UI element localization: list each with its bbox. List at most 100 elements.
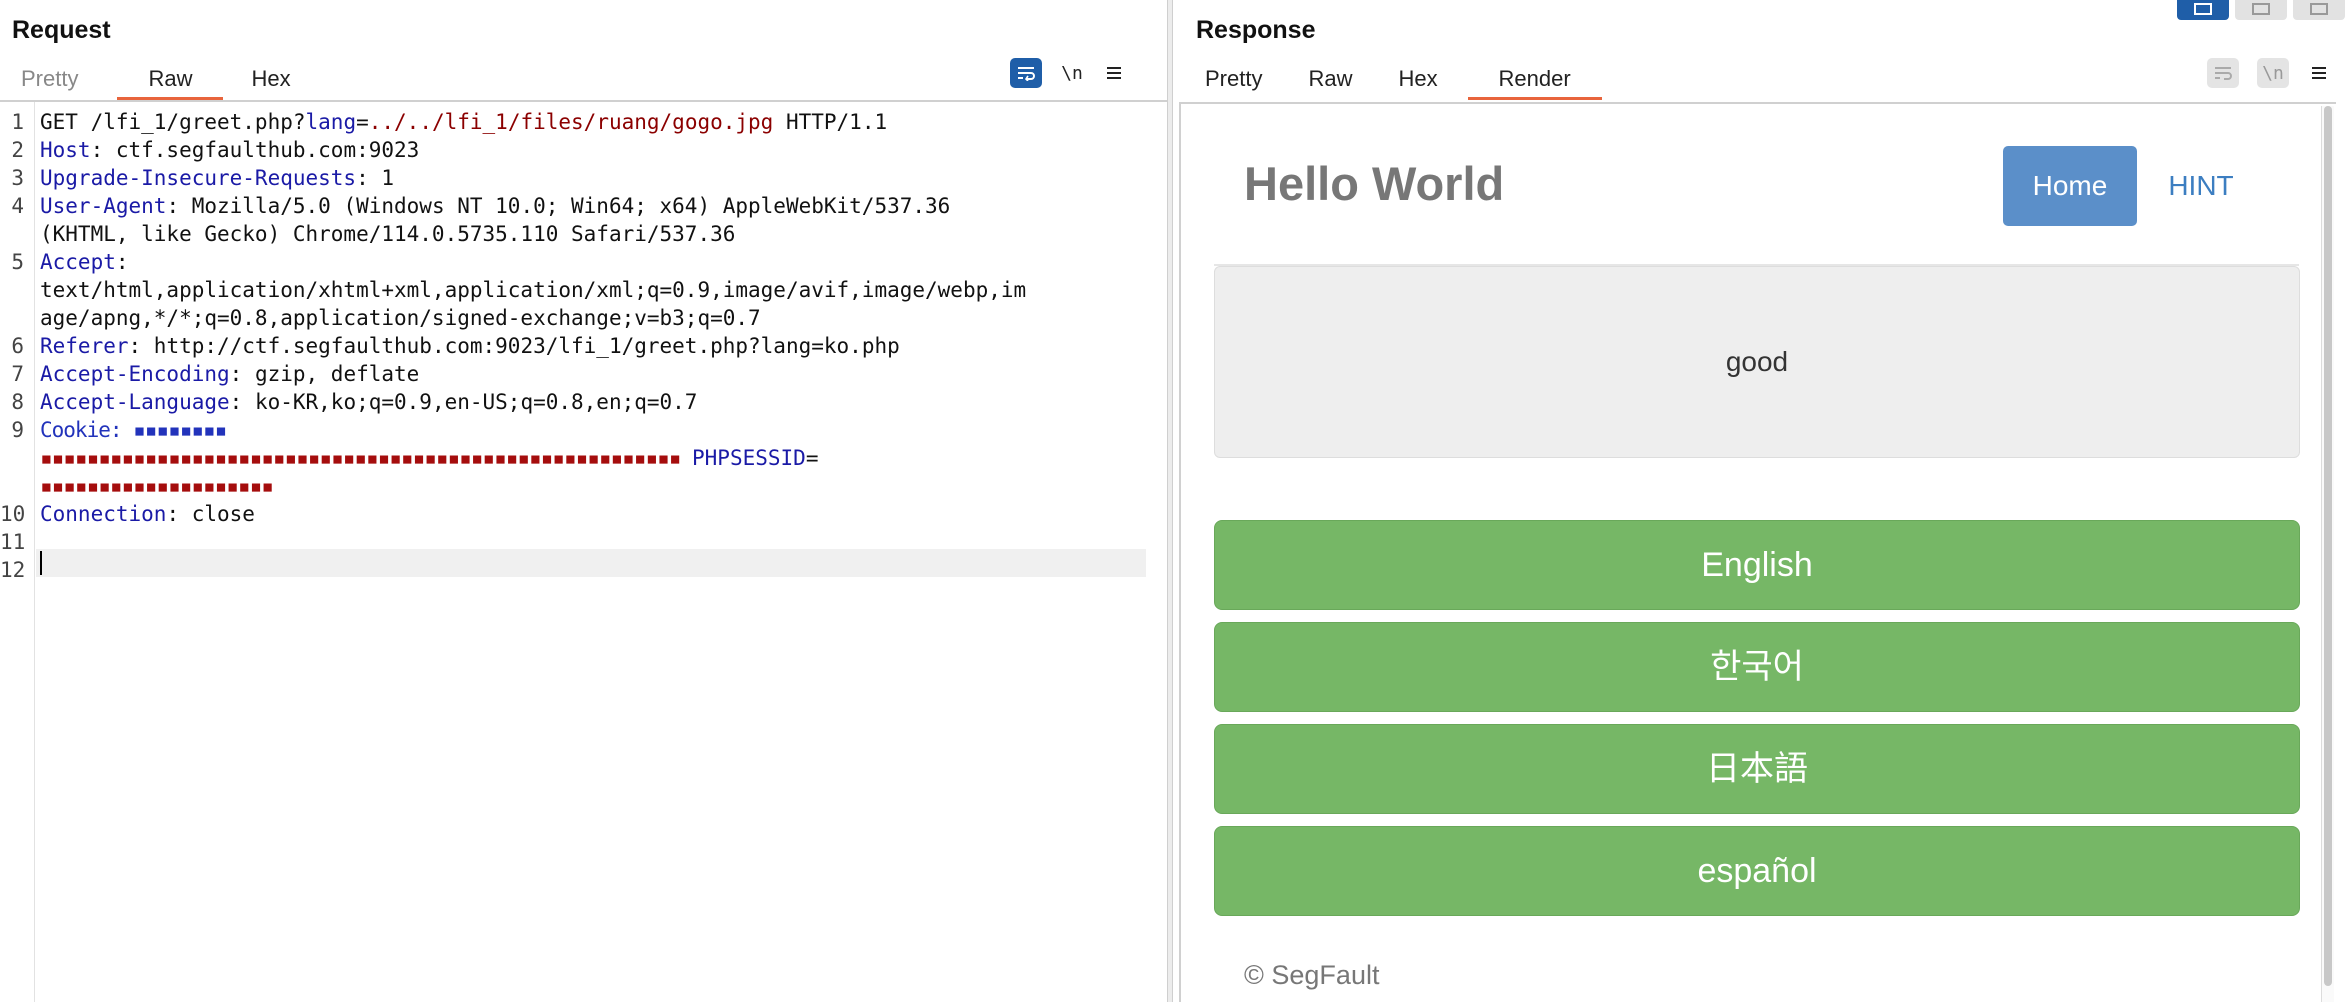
header-value: : <box>115 250 129 274</box>
wrap-lines-icon[interactable] <box>1010 58 1042 88</box>
request-editor[interactable]: 1 GET /lfi_1/greet.php?lang=../../lfi_1/f… <box>0 102 1167 1002</box>
code-line[interactable]: 6 Referer: http://ctf.segfaulthub.com:902… <box>0 332 1150 360</box>
tab-pretty[interactable]: Pretty <box>1173 60 1298 100</box>
line-text: Accept-Language: ko-KR,ko;q=0.9,en-US;q=… <box>40 388 697 416</box>
line-number: 12 <box>0 558 26 582</box>
language-button-japanese[interactable]: 日本語 <box>1214 724 2300 814</box>
line-text: age/apng,*/*;q=0.8,application/signed-ex… <box>40 304 761 332</box>
response-pane: Response Pretty Raw Hex Render \n Hello … <box>1173 0 2352 1002</box>
request-title: Request <box>12 16 111 44</box>
header-value: : 1 <box>356 166 395 190</box>
response-tabs: Pretty Raw Hex Render <box>1173 60 1602 100</box>
tab-hex[interactable]: Hex <box>1388 60 1467 100</box>
line-number: 2 <box>11 138 24 162</box>
line-text: User-Agent: Mozilla/5.0 (Windows NT 10.0… <box>40 192 950 220</box>
line-text: Cookie: ▪▪▪▪▪▪▪▪ <box>40 416 227 444</box>
code-line[interactable]: 11 <box>0 528 1150 556</box>
line-text: Referer: http://ctf.segfaulthub.com:9023… <box>40 332 900 360</box>
header-name: User-Agent <box>40 194 167 218</box>
footer-copyright: © SegFault <box>1244 960 1380 990</box>
header-name: Accept-Language <box>40 390 230 414</box>
line-number: 5 <box>11 250 24 274</box>
code-line[interactable]: 1 GET /lfi_1/greet.php?lang=../../lfi_1/f… <box>0 108 1150 136</box>
response-title: Response <box>1196 16 1316 44</box>
hamburger-menu-icon[interactable] <box>1102 58 1126 88</box>
tab-pretty[interactable]: Pretty <box>0 60 108 100</box>
line-number: 10 <box>0 502 26 526</box>
code-line[interactable]: 8 Accept-Language: ko-KR,ko;q=0.9,en-US;q… <box>0 388 1150 416</box>
wrap-lines-icon[interactable] <box>2207 58 2239 88</box>
line-text: Host: ctf.segfaulthub.com:9023 <box>40 136 419 164</box>
header-name: lang <box>305 110 357 134</box>
site-title: Hello World <box>1244 157 1505 210</box>
code-line[interactable]: 5 Accept: <box>0 248 1150 276</box>
line-number: 4 <box>11 194 24 218</box>
line-number: 1 <box>11 110 24 134</box>
scrollbar-thumb[interactable] <box>2324 106 2332 986</box>
code-line[interactable]: age/apng,*/*;q=0.8,application/signed-ex… <box>0 304 1150 332</box>
show-newlines-button[interactable]: \n <box>2257 58 2289 88</box>
line-text: text/html,application/xhtml+xml,applicat… <box>40 276 1026 304</box>
header-value: text/html,application/xhtml+xml,applicat… <box>40 278 1027 302</box>
header-value: = <box>356 110 369 134</box>
line-text: ▪▪▪▪▪▪▪▪▪▪▪▪▪▪▪▪▪▪▪▪▪▪▪▪▪▪▪▪▪▪▪▪▪▪▪▪▪▪▪▪… <box>40 444 818 472</box>
code-line[interactable]: 10 Connection: close <box>0 500 1150 528</box>
line-number: 9 <box>11 418 24 442</box>
line-number: 6 <box>11 334 24 358</box>
tab-hex[interactable]: Hex <box>223 60 310 100</box>
header-name: Upgrade-Insecure-Requests <box>40 166 357 190</box>
line-text: GET /lfi_1/greet.php?lang=../../lfi_1/fi… <box>40 108 887 136</box>
line-text: Connection: close <box>40 500 255 528</box>
header-name: Connection <box>40 502 167 526</box>
line-number: 8 <box>11 390 24 414</box>
tab-render[interactable]: Render <box>1467 60 1602 100</box>
nav-hint-link[interactable]: HINT <box>2149 146 2253 226</box>
show-newlines-button[interactable]: \n <box>1060 58 1084 88</box>
request-tabs: Pretty Raw Hex <box>0 60 311 100</box>
nav-home-button[interactable]: Home <box>2003 146 2137 226</box>
line-number: 11 <box>0 530 26 554</box>
header-value: age/apng,*/*;q=0.8,application/signed-ex… <box>40 306 761 330</box>
header-value: GET /lfi_1/greet.php? <box>40 110 306 134</box>
header-value: : http://ctf.segfaulthub.com:9023/lfi_1/… <box>128 334 900 358</box>
header-value: : ctf.segfaulthub.com:9023 <box>90 138 420 162</box>
code-line[interactable]: 7 Accept-Encoding: gzip, deflate <box>0 360 1150 388</box>
burp-repeater: Request Pretty Raw Hex \n 1 GET /lfi_1/gr… <box>0 0 2352 1002</box>
tab-raw[interactable]: Raw <box>117 60 224 100</box>
language-button-korean[interactable]: 한국어 <box>1214 622 2300 712</box>
code-line[interactable]: 12 <box>0 556 1150 584</box>
header-name: Accept <box>40 250 116 274</box>
header-name: Host <box>40 138 91 162</box>
redacted-text: ▪▪▪▪▪▪▪▪▪▪▪▪▪▪▪▪▪▪▪▪ <box>40 474 274 498</box>
header-value: : ko-KR,ko;q=0.9,en-US;q=0.8,en;q=0.7 <box>229 390 698 414</box>
header-value: (KHTML, like Gecko) Chrome/114.0.5735.11… <box>40 222 736 246</box>
line-text: ▪▪▪▪▪▪▪▪▪▪▪▪▪▪▪▪▪▪▪▪ <box>40 472 274 500</box>
code-line[interactable]: 4 User-Agent: Mozilla/5.0 (Windows NT 10.… <box>0 192 1150 220</box>
header-name: Referer <box>40 334 129 358</box>
header-value: : Mozilla/5.0 (Windows NT 10.0; Win64; x… <box>166 194 951 218</box>
tab-raw[interactable]: Raw <box>1298 60 1388 100</box>
code-line[interactable]: (KHTML, like Gecko) Chrome/114.0.5735.11… <box>0 220 1150 248</box>
line-text: Accept-Encoding: gzip, deflate <box>40 360 419 388</box>
rendered-page: Hello World Home HINT good English 한국어 日… <box>1179 102 2336 1002</box>
request-toolbar: \n <box>1010 58 1126 88</box>
header-name: Accept-Encoding <box>40 362 230 386</box>
code-line[interactable]: text/html,application/xhtml+xml,applicat… <box>0 276 1150 304</box>
greeting-result: good <box>1214 266 2300 458</box>
code-line[interactable]: ▪▪▪▪▪▪▪▪▪▪▪▪▪▪▪▪▪▪▪▪ <box>0 472 1150 500</box>
line-text: (KHTML, like Gecko) Chrome/114.0.5735.11… <box>40 220 735 248</box>
code-line[interactable]: ▪▪▪▪▪▪▪▪▪▪▪▪▪▪▪▪▪▪▪▪▪▪▪▪▪▪▪▪▪▪▪▪▪▪▪▪▪▪▪▪… <box>0 444 1150 472</box>
language-button-spanish[interactable]: español <box>1214 826 2300 916</box>
request-pane: Request Pretty Raw Hex \n 1 GET /lfi_1/gr… <box>0 0 1167 1002</box>
line-text: Upgrade-Insecure-Requests: 1 <box>40 164 394 192</box>
language-button-english[interactable]: English <box>1214 520 2300 610</box>
header-value: HTTP/1.1 <box>773 110 888 134</box>
render-scrollbar[interactable] <box>2321 106 2334 1002</box>
code-line[interactable]: 3 Upgrade-Insecure-Requests: 1 <box>0 164 1150 192</box>
header-value: ../../lfi_1/files/ruang/gogo.jpg <box>368 110 774 134</box>
code-line[interactable]: 2 Host: ctf.segfaulthub.com:9023 <box>0 136 1150 164</box>
code-line[interactable]: 9 Cookie: ▪▪▪▪▪▪▪▪ <box>0 416 1150 444</box>
response-toolbar: \n <box>2207 58 2331 88</box>
line-number: 7 <box>11 362 24 386</box>
hamburger-menu-icon[interactable] <box>2307 58 2331 88</box>
